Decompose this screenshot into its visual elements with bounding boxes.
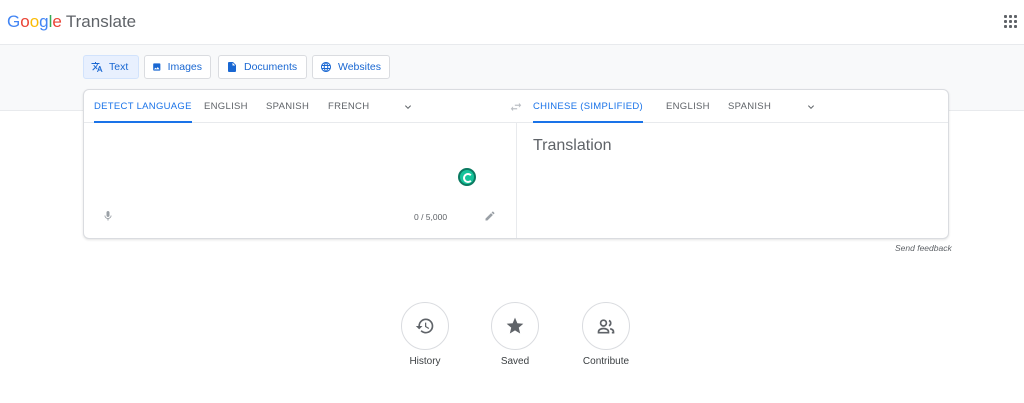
contribute-button[interactable] [582, 302, 630, 350]
saved-button[interactable] [491, 302, 539, 350]
star-icon [506, 317, 524, 334]
translate-icon [91, 62, 103, 72]
source-lang-detect[interactable]: DETECT LANGUAGE [94, 90, 192, 123]
mode-websites-button[interactable]: Websites [312, 55, 390, 79]
history-icon [415, 318, 434, 334]
panel-divider [516, 123, 517, 238]
google-translate-logo[interactable]: Google Translate [7, 12, 136, 32]
character-count: 0 / 5,000 [414, 212, 448, 222]
target-lang-english[interactable]: ENGLISH [666, 90, 710, 123]
mode-images-button[interactable]: Images [144, 55, 211, 79]
document-icon [228, 62, 236, 72]
top-bar: Google Translate [0, 0, 1024, 45]
google-logo: Google [7, 12, 62, 31]
target-more-languages-chevron-down-icon[interactable] [805, 101, 817, 113]
source-lang-spanish[interactable]: SPANISH [266, 90, 309, 123]
target-lang-spanish[interactable]: SPANISH [728, 90, 771, 123]
apps-grid-icon[interactable] [1004, 15, 1018, 29]
microphone-icon[interactable] [102, 209, 114, 223]
translation-card: DETECT LANGUAGE ENGLISH SPANISH FRENCH C… [83, 89, 949, 239]
mode-text-label: Text [109, 61, 129, 73]
product-name: Translate [65, 12, 137, 31]
swap-languages-icon[interactable] [509, 100, 523, 114]
history-button[interactable] [401, 302, 449, 350]
mode-text-button[interactable]: Text [83, 55, 139, 79]
source-more-languages-chevron-down-icon[interactable] [402, 101, 414, 113]
pencil-icon[interactable] [484, 210, 496, 222]
source-lang-french[interactable]: FRENCH [328, 90, 369, 123]
saved-label: Saved [500, 356, 530, 367]
mode-websites-label: Websites [338, 61, 381, 73]
mode-images-label: Images [167, 61, 202, 73]
contribute-label: Contribute [582, 356, 630, 367]
mode-documents-button[interactable]: Documents [218, 55, 307, 79]
history-label: History [409, 356, 441, 367]
source-lang-english[interactable]: ENGLISH [204, 90, 248, 123]
people-icon [597, 319, 615, 334]
target-lang-chinese-simplified[interactable]: CHINESE (SIMPLIFIED) [533, 90, 643, 123]
language-bar: DETECT LANGUAGE ENGLISH SPANISH FRENCH C… [84, 90, 948, 123]
image-icon [153, 63, 161, 71]
mode-documents-label: Documents [244, 61, 298, 73]
send-feedback-link[interactable]: Send feedback [895, 243, 952, 253]
translation-output: Translation [533, 137, 612, 154]
source-text-input[interactable] [84, 124, 516, 204]
grammarly-icon[interactable] [458, 168, 476, 186]
globe-icon [321, 62, 331, 72]
